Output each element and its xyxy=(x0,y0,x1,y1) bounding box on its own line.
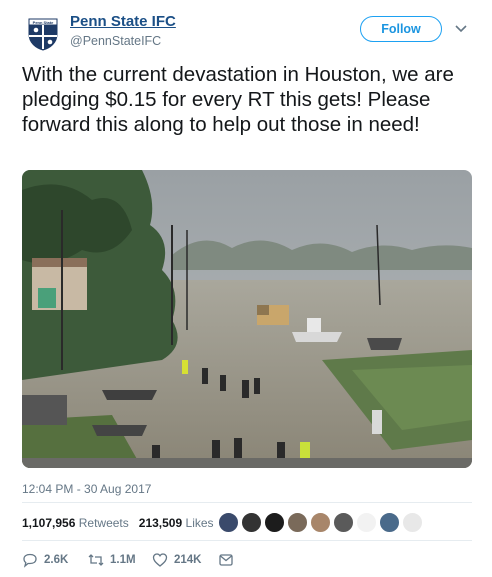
tweet-header: Penn State Penn State IFC @PennStateIFC … xyxy=(22,12,478,54)
tweet-stats: 1,107,956 Retweets 213,509 Likes xyxy=(22,516,214,530)
reply-count: 2.6K xyxy=(44,554,69,566)
author-handle[interactable]: @PennStateIFC xyxy=(70,34,161,48)
like-count: 214K xyxy=(174,554,202,566)
liker-avatar[interactable] xyxy=(218,512,239,533)
likes-label[interactable]: Likes xyxy=(186,516,214,530)
reply-button[interactable]: 2.6K xyxy=(22,552,68,568)
liker-avatar[interactable] xyxy=(264,512,285,533)
liker-avatar[interactable] xyxy=(241,512,262,533)
liker-avatar[interactable] xyxy=(379,512,400,533)
divider xyxy=(22,540,472,541)
tweet-timestamp[interactable]: 12:04 PM - 30 Aug 2017 xyxy=(22,482,151,496)
liker-avatar[interactable] xyxy=(287,512,308,533)
retweet-button[interactable]: 1.1M xyxy=(88,552,136,568)
liker-avatar[interactable] xyxy=(310,512,331,533)
tweet-text: With the current devastation in Houston,… xyxy=(22,63,454,136)
avatar[interactable]: Penn State xyxy=(26,16,60,52)
divider xyxy=(22,502,472,503)
liker-avatar[interactable] xyxy=(333,512,354,533)
retweets-count[interactable]: 1,107,956 xyxy=(22,516,75,530)
liker-avatar[interactable] xyxy=(402,512,423,533)
tweet-photo[interactable] xyxy=(22,170,472,468)
message-icon xyxy=(219,554,233,566)
likes-count[interactable]: 213,509 xyxy=(139,516,182,530)
message-button[interactable] xyxy=(218,552,240,568)
follow-button[interactable]: Follow xyxy=(360,16,442,42)
chevron-down-icon[interactable] xyxy=(454,22,468,36)
svg-text:Penn State: Penn State xyxy=(33,20,54,25)
heart-icon xyxy=(152,553,168,567)
retweet-count: 1.1M xyxy=(110,554,136,566)
retweets-label[interactable]: Retweets xyxy=(79,516,129,530)
liker-avatar[interactable] xyxy=(356,512,377,533)
retweet-icon xyxy=(88,554,104,566)
reply-icon xyxy=(23,553,37,568)
like-button[interactable]: 214K xyxy=(152,552,202,568)
author-name[interactable]: Penn State IFC xyxy=(70,13,176,30)
